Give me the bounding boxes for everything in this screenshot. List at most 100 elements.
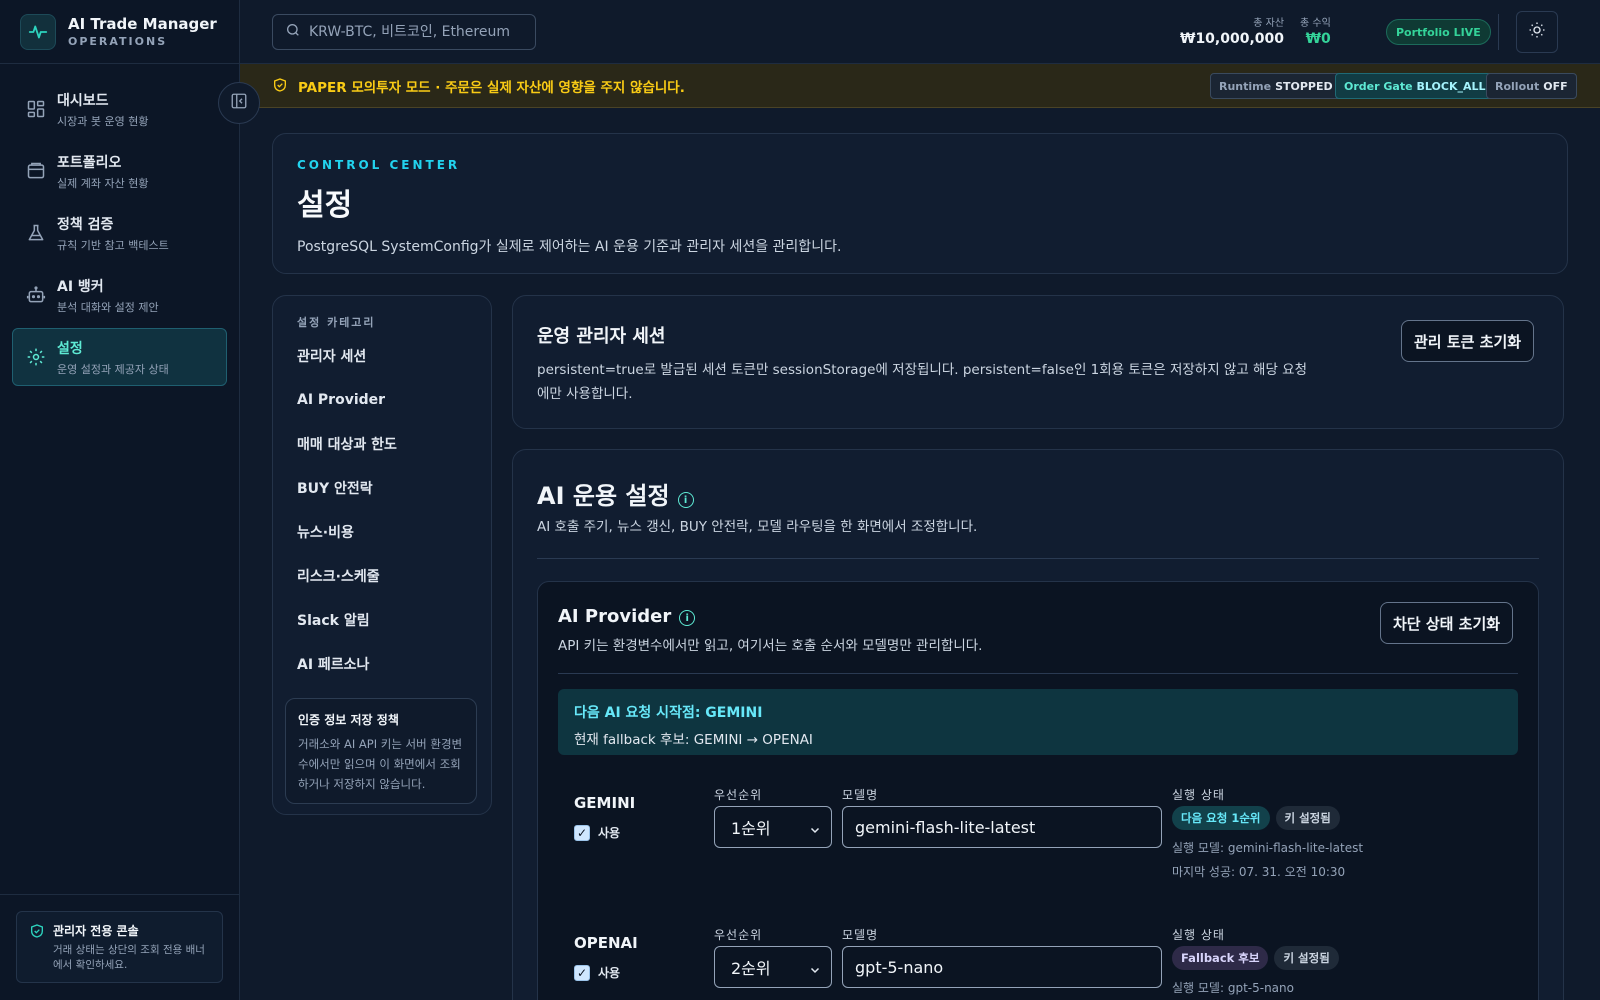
sidebar-footer: 관리자 전용 콘솔 거래 상태는 상단의 조회 전용 배너에서 확인하세요. bbox=[0, 894, 239, 1000]
ai-provider-title: AI Provider bbox=[558, 606, 672, 627]
sidebar-item-desc: 분석 대화와 설정 제안 bbox=[57, 300, 159, 314]
priority-select[interactable]: 1순위 bbox=[714, 806, 832, 848]
total-assets-value: ₩10,000,000 bbox=[1180, 31, 1285, 47]
checkbox-checked-icon[interactable]: ✓ bbox=[574, 964, 590, 981]
model-label: 모델명 bbox=[842, 788, 879, 802]
priority-label: 우선순위 bbox=[714, 788, 763, 802]
model-name-input[interactable] bbox=[842, 946, 1162, 988]
admin-console-title: 관리자 전용 콘솔 bbox=[53, 924, 139, 938]
sidebar-item-label: AI 뱅커 bbox=[57, 278, 104, 295]
category-risk-schedule[interactable]: 리스크·스케줄 bbox=[297, 554, 467, 598]
category-buy-safety[interactable]: BUY 안전락 bbox=[297, 466, 467, 510]
run-model: 실행 모델: gemini-flash-lite-latest bbox=[1172, 841, 1364, 855]
page-description: PostgreSQL SystemConfig가 실제로 제어하는 AI 운용 … bbox=[297, 239, 842, 255]
admin-session-title: 운영 관리자 세션 bbox=[537, 326, 666, 347]
chip-label: Rollout bbox=[1495, 79, 1540, 93]
ai-ops-desc: AI 호출 주기, 뉴스 갱신, BUY 안전락, 모델 라우팅을 한 화면에서… bbox=[537, 519, 978, 535]
hero-eyebrow: CONTROL CENTER bbox=[297, 158, 461, 172]
topbar: 총 자산 ₩10,000,000 총 수익 ₩0 Portfolio LIVE bbox=[240, 0, 1600, 64]
category-ai-provider[interactable]: AI Provider bbox=[297, 378, 467, 422]
order-gate-chip: Order Gate BLOCK_ALL bbox=[1335, 73, 1495, 99]
status-badge: Fallback 후보 bbox=[1172, 946, 1269, 970]
search-input[interactable] bbox=[309, 24, 529, 40]
priority-select[interactable]: 2순위 bbox=[714, 946, 832, 988]
run-status-label: 실행 상태 bbox=[1172, 788, 1225, 802]
total-assets: 총 자산 ₩10,000,000 bbox=[1180, 14, 1284, 47]
settings-hero: CONTROL CENTER 설정 PostgreSQL SystemConfi… bbox=[272, 133, 1568, 274]
sidebar-item-desc: 시장과 봇 운영 현황 bbox=[57, 114, 149, 128]
key-badge: 키 설정됨 bbox=[1274, 946, 1339, 970]
chip-label: Order Gate bbox=[1344, 79, 1413, 93]
paper-mode-banner: PAPER 모의투자 모드 · 주문은 실제 자산에 영향을 주지 않습니다. … bbox=[240, 64, 1600, 108]
credential-policy-desc: 거래소와 AI API 키는 서버 환경변수에서만 읽으며 이 화면에서 조회하… bbox=[298, 737, 463, 791]
settings-category-nav: 설정 카테고리 관리자 세션 AI Provider 매매 대상과 한도 BUY… bbox=[272, 295, 492, 815]
run-status-label: 실행 상태 bbox=[1172, 928, 1225, 942]
sidebar: AI Trade Manager OPERATIONS 대시보드 시장과 봇 운… bbox=[0, 0, 240, 1000]
fallback-candidates: 현재 fallback 후보: GEMINI → OPENAI bbox=[574, 732, 813, 748]
sidebar-collapse-button[interactable] bbox=[218, 82, 260, 124]
gear-icon bbox=[25, 346, 47, 368]
rollout-status-chip: Rollout OFF bbox=[1486, 73, 1577, 99]
priority-value: 2순위 bbox=[731, 959, 771, 978]
runtime-status-chip: Runtime STOPPED bbox=[1210, 73, 1342, 99]
chevron-down-icon bbox=[809, 821, 821, 840]
sidebar-item-dashboard[interactable]: 대시보드 시장과 봇 운영 현황 bbox=[12, 80, 227, 138]
sidebar-item-settings[interactable]: 설정 운영 설정과 제공자 상태 bbox=[12, 328, 227, 386]
checkbox-checked-icon[interactable]: ✓ bbox=[574, 824, 590, 841]
sidebar-item-label: 대시보드 bbox=[57, 92, 109, 109]
category-targets-limits[interactable]: 매매 대상과 한도 bbox=[297, 422, 467, 466]
brand[interactable]: AI Trade Manager OPERATIONS bbox=[0, 0, 239, 64]
next-request-title: 다음 AI 요청 시작점: GEMINI bbox=[574, 705, 763, 721]
total-profit-value: ₩0 bbox=[1305, 31, 1331, 47]
brand-title: AI Trade Manager bbox=[68, 15, 217, 33]
provider-enable-checkbox[interactable]: ✓ 사용 bbox=[574, 964, 620, 981]
theme-toggle-button[interactable] bbox=[1516, 11, 1558, 53]
sidebar-item-label: 설정 bbox=[57, 340, 83, 357]
section-divider bbox=[537, 558, 1539, 559]
provider-name: GEMINI bbox=[574, 794, 636, 812]
admin-session-card: 운영 관리자 세션 persistent=true로 발급된 세션 토큰만 se… bbox=[512, 295, 1564, 429]
sidebar-item-ai-banker[interactable]: AI 뱅커 분석 대화와 설정 제안 bbox=[12, 266, 227, 324]
info-icon[interactable]: i bbox=[679, 610, 696, 626]
chip-value: BLOCK_ALL bbox=[1416, 79, 1486, 93]
run-model: 실행 모델: gpt-5-nano bbox=[1172, 981, 1294, 995]
reset-block-state-button[interactable]: 차단 상태 초기화 bbox=[1380, 602, 1514, 644]
status-badges: Fallback 후보 키 설정됨 bbox=[1172, 946, 1345, 970]
info-icon[interactable]: i bbox=[677, 492, 694, 508]
grid-icon bbox=[25, 98, 47, 120]
category-news-cost[interactable]: 뉴스·비용 bbox=[297, 510, 467, 554]
sidebar-item-policy[interactable]: 정책 검증 규칙 기반 참고 백테스트 bbox=[12, 204, 227, 262]
ai-provider-card: AI Provider i API 키는 환경변수에서만 읽고, 여기서는 호출 … bbox=[537, 581, 1539, 1000]
topbar-divider bbox=[1498, 14, 1499, 50]
sidebar-nav: 대시보드 시장과 봇 운영 현황 포트폴리오 실제 계좌 자산 현황 정책 검증… bbox=[0, 64, 239, 406]
sidebar-item-desc: 실제 계좌 자산 현황 bbox=[57, 176, 149, 190]
panel-collapse-icon bbox=[230, 92, 248, 114]
model-name-input[interactable] bbox=[842, 806, 1162, 848]
chip-value: STOPPED bbox=[1275, 79, 1333, 93]
model-label: 모델명 bbox=[842, 928, 879, 942]
run-meta: 실행 모델: gemini-flash-lite-latest 마지막 성공: … bbox=[1172, 836, 1363, 884]
sidebar-item-label: 정책 검증 bbox=[57, 216, 114, 233]
admin-console-notice: 관리자 전용 콘솔 거래 상태는 상단의 조회 전용 배너에서 확인하세요. bbox=[16, 911, 223, 983]
search-icon bbox=[285, 22, 301, 42]
ai-ops-card: AI 운용 설정 i AI 호출 주기, 뉴스 갱신, BUY 안전락, 모델 라… bbox=[512, 449, 1564, 1000]
sun-icon bbox=[1528, 21, 1546, 43]
sidebar-item-portfolio[interactable]: 포트폴리오 실제 계좌 자산 현황 bbox=[12, 142, 227, 200]
sidebar-item-label: 포트폴리오 bbox=[57, 154, 122, 171]
category-ai-persona[interactable]: AI 페르소나 bbox=[297, 642, 467, 686]
chip-label: Runtime bbox=[1219, 79, 1272, 93]
reset-admin-token-button[interactable]: 관리 토큰 초기화 bbox=[1401, 320, 1535, 362]
next-request-box: 다음 AI 요청 시작점: GEMINI 현재 fallback 후보: GEM… bbox=[558, 689, 1518, 755]
total-profit: 총 수익 ₩0 bbox=[1300, 14, 1331, 47]
provider-enable-checkbox[interactable]: ✓ 사용 bbox=[574, 824, 620, 841]
search-box[interactable] bbox=[272, 14, 536, 50]
category-admin-session[interactable]: 관리자 세션 bbox=[297, 334, 467, 378]
category-slack-alerts[interactable]: Slack 알림 bbox=[297, 598, 467, 642]
shield-icon bbox=[272, 77, 288, 97]
enable-label: 사용 bbox=[598, 826, 621, 840]
key-badge: 키 설정됨 bbox=[1275, 806, 1340, 830]
paper-mode-text: PAPER 모의투자 모드 · 주문은 실제 자산에 영향을 주지 않습니다. bbox=[298, 80, 685, 96]
brand-subtitle: OPERATIONS bbox=[68, 35, 168, 48]
category-heading: 설정 카테고리 bbox=[297, 316, 376, 329]
admin-console-desc: 거래 상태는 상단의 조회 전용 배너에서 확인하세요. bbox=[53, 944, 205, 971]
